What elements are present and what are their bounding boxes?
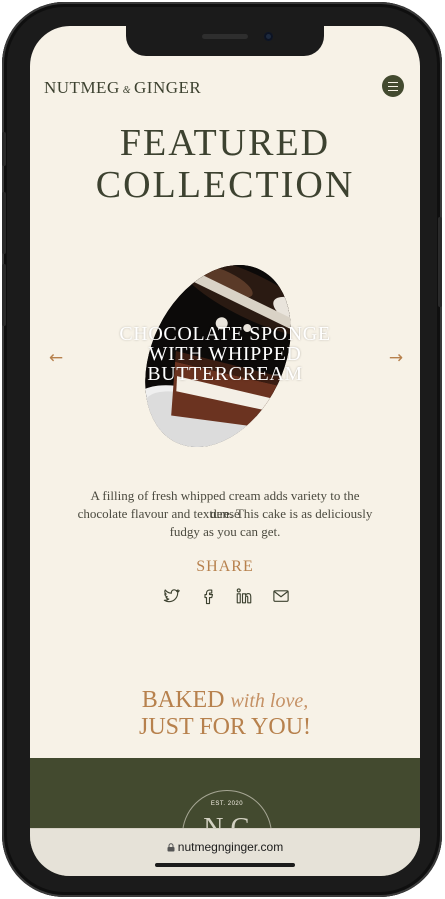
menu-line	[388, 86, 398, 87]
speaker-grille	[202, 34, 248, 39]
page-title-line2: COLLECTION	[95, 164, 355, 206]
logo-ampersand: &	[122, 85, 131, 96]
site-logo[interactable]: NUTMEG & GINGER	[44, 78, 201, 98]
volume-down-button	[2, 264, 6, 326]
page-title-line1: FEATURED	[119, 122, 331, 164]
lock-icon	[167, 843, 175, 852]
power-button	[438, 217, 442, 307]
logo-word-nutmeg: NUTMEG	[44, 78, 120, 97]
hamburger-menu-icon[interactable]	[382, 75, 404, 97]
logo-word-ginger: GINGER	[134, 78, 202, 97]
cake-description-line3: fudgy as you can get.	[169, 524, 281, 539]
menu-line	[388, 90, 398, 91]
facebook-icon[interactable]	[199, 587, 217, 605]
cake-title-line3: BUTTERCREAM	[147, 363, 303, 385]
menu-line	[388, 82, 398, 83]
volume-up-button	[2, 192, 6, 254]
cake-description-line2: chocolate flavour and texture. This cake…	[77, 506, 373, 521]
front-camera-icon	[264, 32, 273, 41]
mute-switch	[2, 132, 6, 166]
baked-heading-line2: JUST FOR YOU!	[138, 714, 312, 740]
twitter-icon[interactable]	[162, 587, 180, 605]
cake-title-line2: WITH WHIPPED	[148, 343, 302, 365]
baked-word: BAKED	[141, 687, 225, 713]
url-text: nutmegnginger.com	[177, 840, 284, 854]
browser-address-bar[interactable]: nutmegnginger.com	[30, 828, 420, 876]
baked-heading-line1: BAKED with love,	[30, 687, 420, 714]
share-icons	[162, 587, 292, 605]
phone-frame: NUTMEG&GINGER FEATURED COLLECTION ← →	[2, 2, 442, 897]
with-love-script: with love,	[230, 690, 309, 712]
notch	[126, 26, 324, 56]
home-indicator[interactable]	[155, 863, 295, 867]
address-url[interactable]: nutmegnginger.com	[30, 840, 420, 854]
screen: NUTMEG&GINGER FEATURED COLLECTION ← →	[30, 26, 420, 876]
share-label: SHARE	[196, 558, 254, 575]
mail-icon[interactable]	[272, 587, 290, 605]
linkedin-icon[interactable]	[235, 587, 253, 605]
cake-title-line1: CHOCOLATE SPONGE	[119, 323, 331, 345]
badge-est-text: EST. 2020	[210, 801, 244, 807]
